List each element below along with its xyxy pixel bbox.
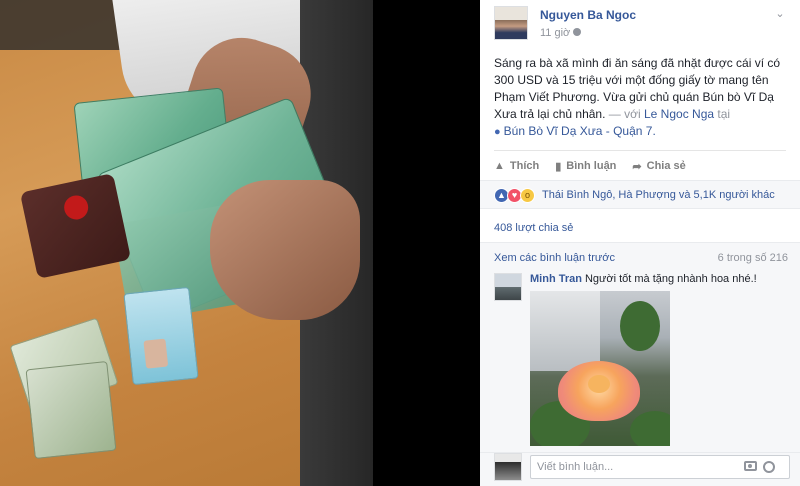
- comment-photo[interactable]: [530, 291, 670, 446]
- photo-wallet-clasp: [61, 193, 91, 222]
- chevron-down-icon[interactable]: ⌄: [774, 8, 786, 20]
- shares-count[interactable]: 408 lượt chia sẻ: [494, 222, 573, 234]
- author-avatar[interactable]: [494, 6, 528, 40]
- photo-usd-bill: [25, 360, 117, 460]
- comment-icon: ▮: [555, 160, 562, 173]
- comment-button[interactable]: ▮ Bình luận: [555, 156, 616, 176]
- thumbs-up-icon: ▲: [494, 160, 505, 172]
- commenter-avatar[interactable]: [494, 273, 522, 301]
- photo-rose-core: [588, 375, 610, 393]
- tagged-person-link[interactable]: Le Ngoc Nga: [644, 107, 714, 121]
- photo-hand-lower: [210, 180, 360, 320]
- photo-foliage: [630, 411, 670, 446]
- photo-foliage: [620, 301, 660, 351]
- place-link[interactable]: Bún Bò Vĩ Dạ Xưa - Quận 7.: [504, 124, 656, 138]
- reply-bar: [480, 452, 800, 486]
- reaction-summary[interactable]: Thái Bình Ngô, Hà Phượng và 5,1K người k…: [542, 189, 775, 201]
- photo-wallet: [19, 173, 132, 279]
- reply-icons: [744, 461, 775, 473]
- like-label: Thích: [509, 160, 540, 172]
- at-text: tại: [717, 107, 731, 121]
- photo-id-card: [123, 286, 199, 386]
- post-time-label: 11 giờ: [540, 27, 571, 39]
- author-name[interactable]: Nguyen Ba Ngoc: [540, 8, 636, 22]
- post-panel: Nguyen Ba Ngoc 11 giờ ⌄ Sáng ra bà xã mì…: [480, 0, 800, 486]
- globe-icon: [573, 28, 582, 36]
- view-previous-comments[interactable]: Xem các bình luận trước: [494, 252, 615, 264]
- comment-count: 6 trong số 216: [717, 252, 788, 264]
- reactions-bar: ▲ ♥ o Thái Bình Ngô, Hà Phượng và 5,1K n…: [480, 180, 800, 209]
- camera-icon[interactable]: [744, 461, 757, 471]
- with-text: — với: [608, 107, 641, 121]
- comment-label: Bình luận: [566, 160, 617, 172]
- photo-rose: [558, 361, 640, 421]
- photo-wall: [530, 291, 600, 371]
- post-time[interactable]: 11 giờ: [540, 27, 582, 39]
- post-header: Nguyen Ba Ngoc 11 giờ ⌄: [494, 6, 790, 46]
- wow-reaction-icon: o: [520, 188, 535, 203]
- emoji-icon[interactable]: [763, 461, 775, 473]
- share-icon: ➦: [632, 160, 642, 173]
- photo-id-face: [143, 338, 169, 369]
- post-photo[interactable]: [0, 0, 373, 486]
- comments-section: Xem các bình luận trước 6 trong số 216 M…: [480, 242, 800, 452]
- location-pin-icon: ●: [494, 126, 501, 138]
- like-button[interactable]: ▲ Thích: [494, 156, 539, 176]
- photo-viewer: [0, 0, 480, 486]
- post-body: Sáng ra bà xã mình đi ăn sáng đã nhặt đư…: [494, 55, 786, 141]
- current-user-avatar[interactable]: [494, 453, 522, 481]
- comment: Minh Tran Người tốt mà tặng nhành hoa nhé…: [530, 273, 757, 285]
- commenter-name[interactable]: Minh Tran: [530, 273, 582, 285]
- post-actions: ▲ Thích ▮ Bình luận ➦ Chia sẻ: [494, 150, 786, 176]
- reaction-icons[interactable]: ▲ ♥ o: [494, 188, 535, 203]
- share-label: Chia sẻ: [646, 160, 686, 172]
- comment-text: Người tốt mà tặng nhành hoa nhé.!: [584, 273, 757, 285]
- share-button[interactable]: ➦ Chia sẻ: [632, 156, 685, 176]
